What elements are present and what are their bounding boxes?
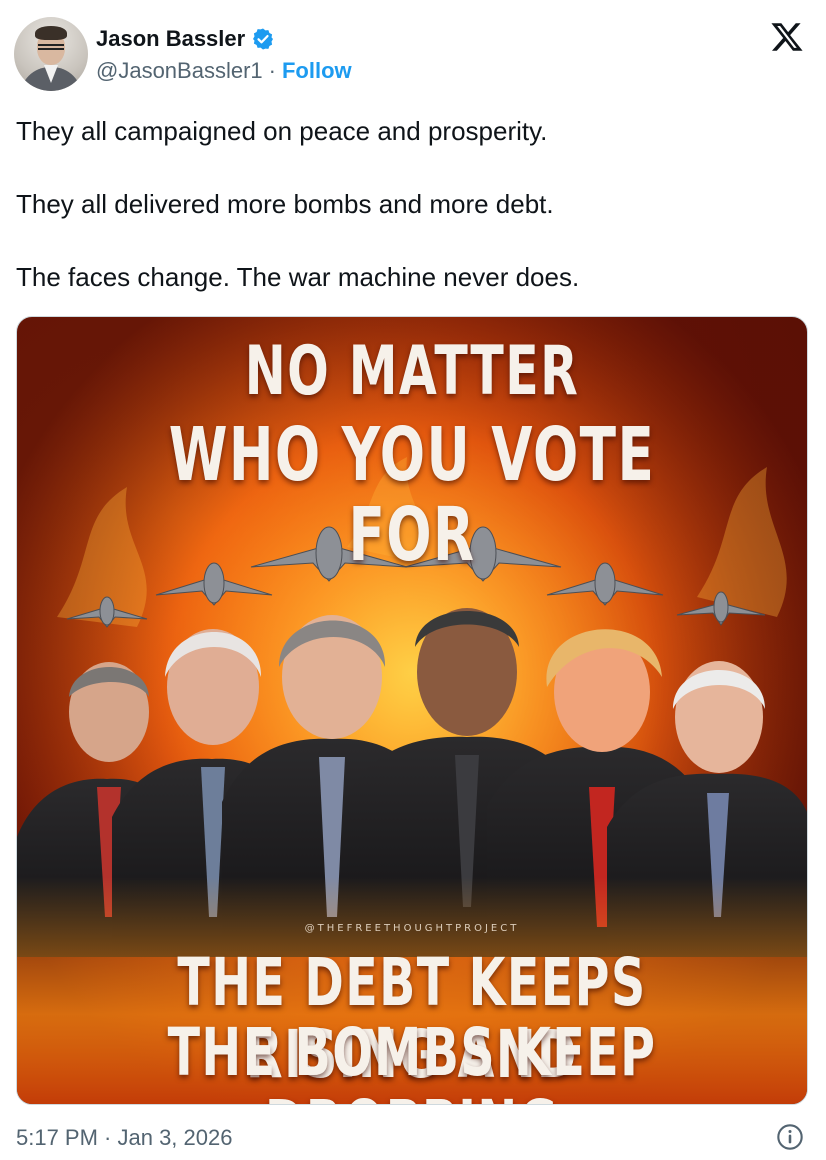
follow-button[interactable]: Follow (282, 57, 352, 85)
info-icon[interactable] (776, 1123, 804, 1151)
tweet-paragraph: They all campaigned on peace and prosper… (16, 116, 548, 146)
image-headline-line1: NO MATTER (244, 332, 580, 411)
verified-badge-icon (251, 27, 275, 51)
tweet-paragraph: The faces change. The war machine never … (16, 262, 580, 292)
tweet-paragraph: They all delivered more bombs and more d… (16, 189, 554, 219)
image-watermark: @THEFREETHOUGHTPROJECT (304, 923, 520, 934)
author-display-name[interactable]: Jason Bassler (96, 25, 245, 53)
author-name-row: Jason Bassler (96, 25, 275, 53)
tweet-image[interactable]: NO MATTER WHO YOU VOTE FOR @THEFREETHOUG… (16, 316, 808, 1105)
handle-separator: · (268, 58, 276, 83)
author-handle[interactable]: @JasonBassler1 (96, 57, 263, 85)
tweet-timestamp[interactable]: 5:17 PM · Jan 3, 2026 (16, 1124, 232, 1152)
tweet-card: Jason Bassler @JasonBassler1 · Follow Th… (0, 0, 826, 1160)
author-avatar[interactable] (14, 17, 88, 91)
tweet-text: They all campaigned on peace and prosper… (16, 113, 806, 332)
image-headline-line2: WHO YOU VOTE FOR (168, 412, 656, 578)
author-handle-row: @JasonBassler1 · Follow (96, 57, 352, 85)
image-bottom-line2: THE BOMBS KEEP DROPPING (167, 1014, 657, 1105)
x-logo-icon[interactable] (770, 20, 804, 54)
